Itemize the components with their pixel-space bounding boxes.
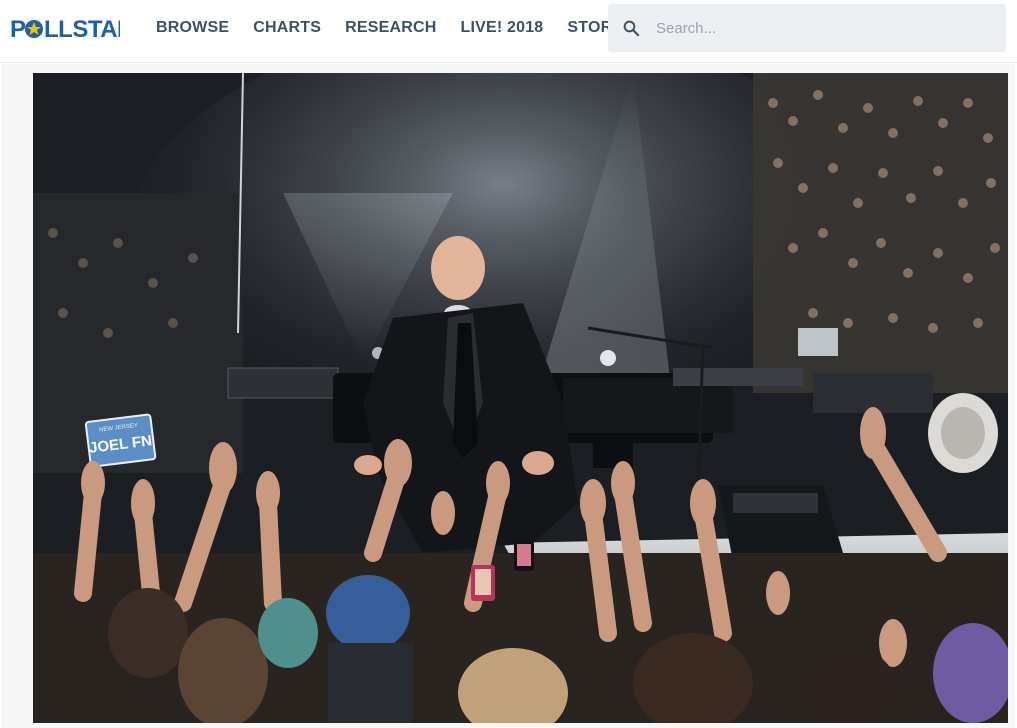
nav-charts[interactable]: CHARTS xyxy=(253,19,321,37)
search-input[interactable] xyxy=(654,18,978,38)
search-box[interactable] xyxy=(608,4,1006,52)
top-navigation-bar: P LLSTAR POLLSTAR BROWSE CHARTS RESEARCH… xyxy=(0,0,1017,63)
concert-photo: NEW JERSEY JOEL FN xyxy=(33,73,1008,723)
svg-text:P: P xyxy=(10,16,26,43)
main-nav: BROWSE CHARTS RESEARCH LIVE! 2018 STORE xyxy=(156,0,623,56)
nav-research[interactable]: RESEARCH xyxy=(345,19,436,37)
pollstar-logo-mark: P LLSTAR xyxy=(10,16,120,43)
nav-browse[interactable]: BROWSE xyxy=(156,19,229,37)
nav-live-2018[interactable]: LIVE! 2018 xyxy=(460,19,543,37)
pollstar-logo[interactable]: P LLSTAR POLLSTAR xyxy=(10,14,120,44)
svg-text:LLSTAR: LLSTAR xyxy=(44,16,120,43)
search-icon[interactable] xyxy=(622,19,640,37)
concert-photo-art: NEW JERSEY JOEL FN xyxy=(33,73,1008,723)
fan-sign: NEW JERSEY JOEL FN xyxy=(84,413,157,468)
